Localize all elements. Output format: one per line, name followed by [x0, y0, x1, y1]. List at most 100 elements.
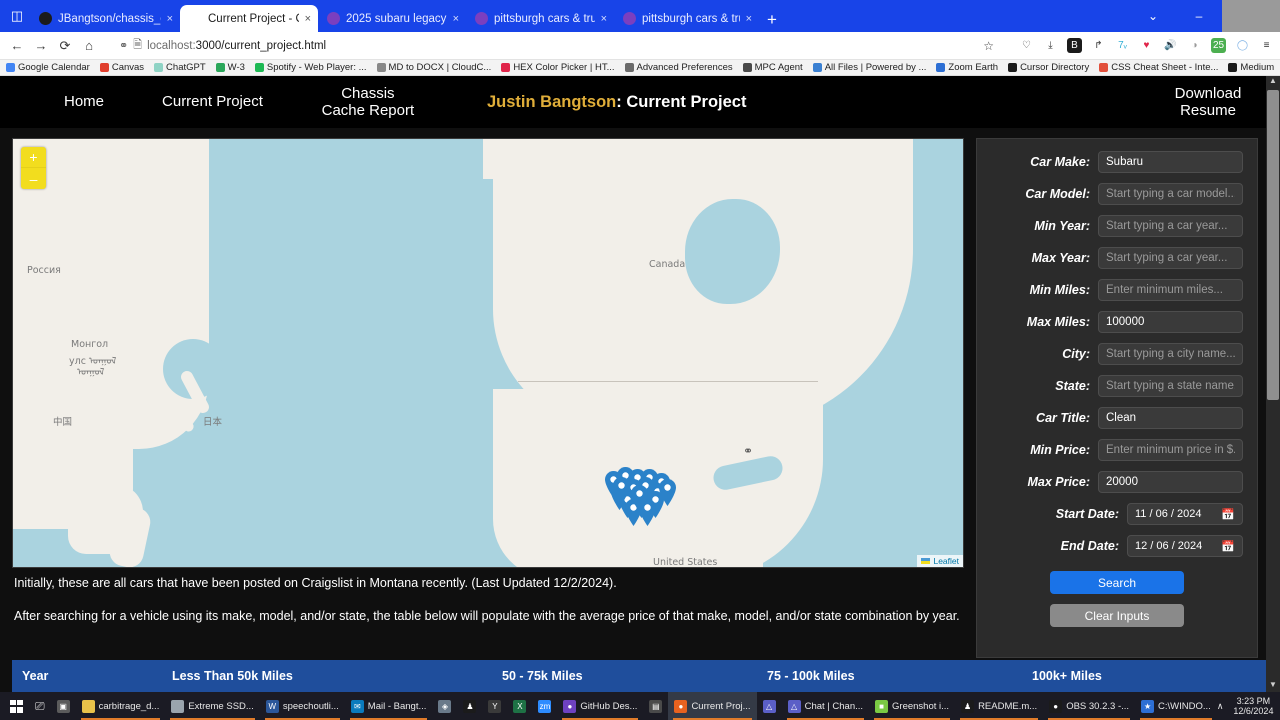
- notes-badge-icon[interactable]: 25: [1211, 38, 1226, 53]
- scroll-down-arrow[interactable]: ▼: [1266, 680, 1280, 692]
- minimize-button[interactable]: –: [1176, 9, 1222, 23]
- form-field-input[interactable]: [1098, 247, 1243, 269]
- bookmark-item[interactable]: MPC Agent: [742, 62, 803, 73]
- bookmark-item[interactable]: MD to DOCX | CloudC...: [376, 62, 491, 73]
- tab-close-icon[interactable]: ×: [167, 13, 173, 25]
- nav-link-home[interactable]: Home: [56, 93, 112, 110]
- tray-chevron-icon[interactable]: ∧: [1217, 701, 1224, 712]
- form-field-input[interactable]: [1098, 375, 1243, 397]
- calendar-icon[interactable]: 📅: [1221, 508, 1235, 521]
- nav-link-chassis-cache-report[interactable]: Chassis Cache Report: [313, 85, 423, 120]
- taskbar-item[interactable]: ▣: [51, 692, 76, 720]
- bookmark-item[interactable]: Spotify - Web Player: ...: [254, 62, 367, 73]
- profile-icon[interactable]: ◯: [1235, 38, 1250, 53]
- reload-icon[interactable]: ⟳: [54, 35, 76, 57]
- form-field-input[interactable]: [1098, 343, 1243, 365]
- taskbar-item[interactable]: ★ C:\WINDO...: [1135, 692, 1217, 720]
- taskbar-item[interactable]: ● Current Proj...: [668, 692, 757, 720]
- taskbar-item[interactable]: Extreme SSD...: [165, 692, 259, 720]
- heart-shield-icon[interactable]: ♥: [1139, 38, 1154, 53]
- bookmark-item[interactable]: ChatGPT: [154, 62, 206, 73]
- task-view-button[interactable]: ⎚: [29, 692, 51, 720]
- taskbar-item[interactable]: ● OBS 30.2.3 -...: [1043, 692, 1135, 720]
- taskbar-item[interactable]: ✉ Mail - Bangt...: [345, 692, 433, 720]
- bookmark-item[interactable]: Google Calendar: [6, 62, 90, 73]
- pocket-icon[interactable]: ♡: [1019, 38, 1034, 53]
- calendar-icon[interactable]: 📅: [1221, 540, 1235, 553]
- taskbar-item[interactable]: ♟: [457, 692, 482, 720]
- taskbar-item[interactable]: ■ Greenshot i...: [869, 692, 955, 720]
- forward-icon[interactable]: →: [30, 35, 52, 57]
- form-field-input[interactable]: [1098, 439, 1243, 461]
- taskbar-item[interactable]: carbitrage_d...: [76, 692, 166, 720]
- bookmark-item[interactable]: Cursor Directory: [1008, 62, 1089, 73]
- scrollbar-thumb[interactable]: [1267, 90, 1279, 400]
- taskbar-item[interactable]: △ Chat | Chan...: [782, 692, 869, 720]
- map-attribution[interactable]: Leaflet: [917, 555, 963, 567]
- clear-inputs-button[interactable]: Clear Inputs: [1050, 604, 1184, 627]
- taskbar-item[interactable]: Y: [482, 692, 507, 720]
- bitwarden-icon[interactable]: B: [1067, 38, 1082, 53]
- map-marker-pin-icon[interactable]: [613, 477, 630, 504]
- taskbar-item[interactable]: X: [507, 692, 532, 720]
- taskbar-item[interactable]: zm: [532, 692, 557, 720]
- taskbar-item[interactable]: ▤: [643, 692, 668, 720]
- leaflet-map[interactable]: + – РоссияМонголулс ᠤᠨᠭᠣᠯᠤᠨᠭᠣᠯ中国日本ลาวViệ…: [12, 138, 964, 568]
- browser-tab[interactable]: 2025 subaru legacy awd for sale ×: [318, 5, 466, 32]
- browser-tab[interactable]: Current Project - Chassis Cache ×: [180, 5, 318, 32]
- sound-icon[interactable]: 🔊: [1163, 38, 1178, 53]
- grammarly-icon[interactable]: 7ᵥ: [1115, 38, 1130, 53]
- start-button[interactable]: [4, 692, 29, 720]
- clock[interactable]: 3:23 PM 12/6/2024: [1233, 696, 1273, 717]
- taskbar-item[interactable]: ● GitHub Des...: [557, 692, 643, 720]
- downloads-icon[interactable]: ⤓: [1043, 38, 1058, 53]
- taskbar-item[interactable]: ♟ README.m...: [955, 692, 1043, 720]
- search-button[interactable]: Search: [1050, 571, 1184, 594]
- new-tab-button[interactable]: +: [767, 11, 777, 28]
- map-marker-pin-icon[interactable]: [631, 485, 648, 512]
- tab-close-icon[interactable]: ×: [601, 13, 607, 25]
- page-scrollbar[interactable]: ▲ ▼: [1266, 76, 1280, 692]
- form-field-input[interactable]: [1098, 471, 1243, 493]
- bookmark-item[interactable]: Canvas: [99, 62, 144, 73]
- nav-link-current-project[interactable]: Current Project: [154, 93, 271, 110]
- zoom-in-button[interactable]: +: [21, 147, 46, 168]
- bookmark-item[interactable]: Medium: [1228, 62, 1274, 73]
- tab-close-icon[interactable]: ×: [746, 13, 752, 25]
- bookmark-item[interactable]: All Files | Powered by ...: [812, 62, 926, 73]
- map-zoom-control[interactable]: + –: [21, 147, 46, 189]
- tab-close-icon[interactable]: ×: [305, 13, 311, 25]
- tab-list-chevron-icon[interactable]: ⌄: [1130, 9, 1176, 23]
- zoom-out-button[interactable]: –: [21, 168, 46, 189]
- download-resume-link[interactable]: Download Resume: [1162, 85, 1254, 120]
- scroll-up-arrow[interactable]: ▲: [1266, 76, 1280, 88]
- form-field-input[interactable]: [1098, 215, 1243, 237]
- circle-icon[interactable]: ◑: [1187, 38, 1202, 53]
- taskbar-item[interactable]: Wspeechoutli...: [260, 692, 345, 720]
- browser-tab[interactable]: pittsburgh cars & trucks - by o ×: [614, 5, 759, 32]
- form-field-input[interactable]: [1098, 407, 1243, 429]
- bookmark-item[interactable]: Zoom Earth: [936, 62, 998, 73]
- taskbar-item[interactable]: △: [757, 692, 782, 720]
- tab-close-icon[interactable]: ×: [453, 13, 459, 25]
- address-bar[interactable]: ⚭ 🗎 localhost:3000/current_project.html …: [110, 35, 1003, 56]
- form-field-input[interactable]: [1098, 151, 1243, 173]
- browser-tab[interactable]: pittsburgh cars & trucks - by o ×: [466, 5, 614, 32]
- bookmark-star-icon[interactable]: ☆: [983, 39, 994, 53]
- taskbar-item[interactable]: ◈: [432, 692, 457, 720]
- bookmark-item[interactable]: Advanced Preferences: [624, 62, 733, 73]
- home-icon[interactable]: ⌂: [78, 35, 100, 57]
- start-date-input[interactable]: 11 / 06 / 2024 📅: [1127, 503, 1243, 525]
- tab-list-sidebar-icon[interactable]: ◫: [4, 2, 30, 30]
- form-field-input[interactable]: [1098, 183, 1243, 205]
- menu-icon[interactable]: ≡: [1259, 38, 1274, 53]
- end-date-input[interactable]: 12 / 06 / 2024 📅: [1127, 535, 1243, 557]
- form-field-input[interactable]: [1098, 279, 1243, 301]
- map-marker-pin-icon[interactable]: [659, 479, 676, 506]
- share-icon[interactable]: ↱: [1091, 38, 1106, 53]
- bookmark-item[interactable]: W-3: [215, 62, 245, 73]
- form-field-input[interactable]: [1098, 311, 1243, 333]
- bookmark-item[interactable]: HEX Color Picker | HT...: [501, 62, 615, 73]
- bookmark-item[interactable]: CSS Cheat Sheet - Inte...: [1099, 62, 1218, 73]
- back-icon[interactable]: ←: [6, 35, 28, 57]
